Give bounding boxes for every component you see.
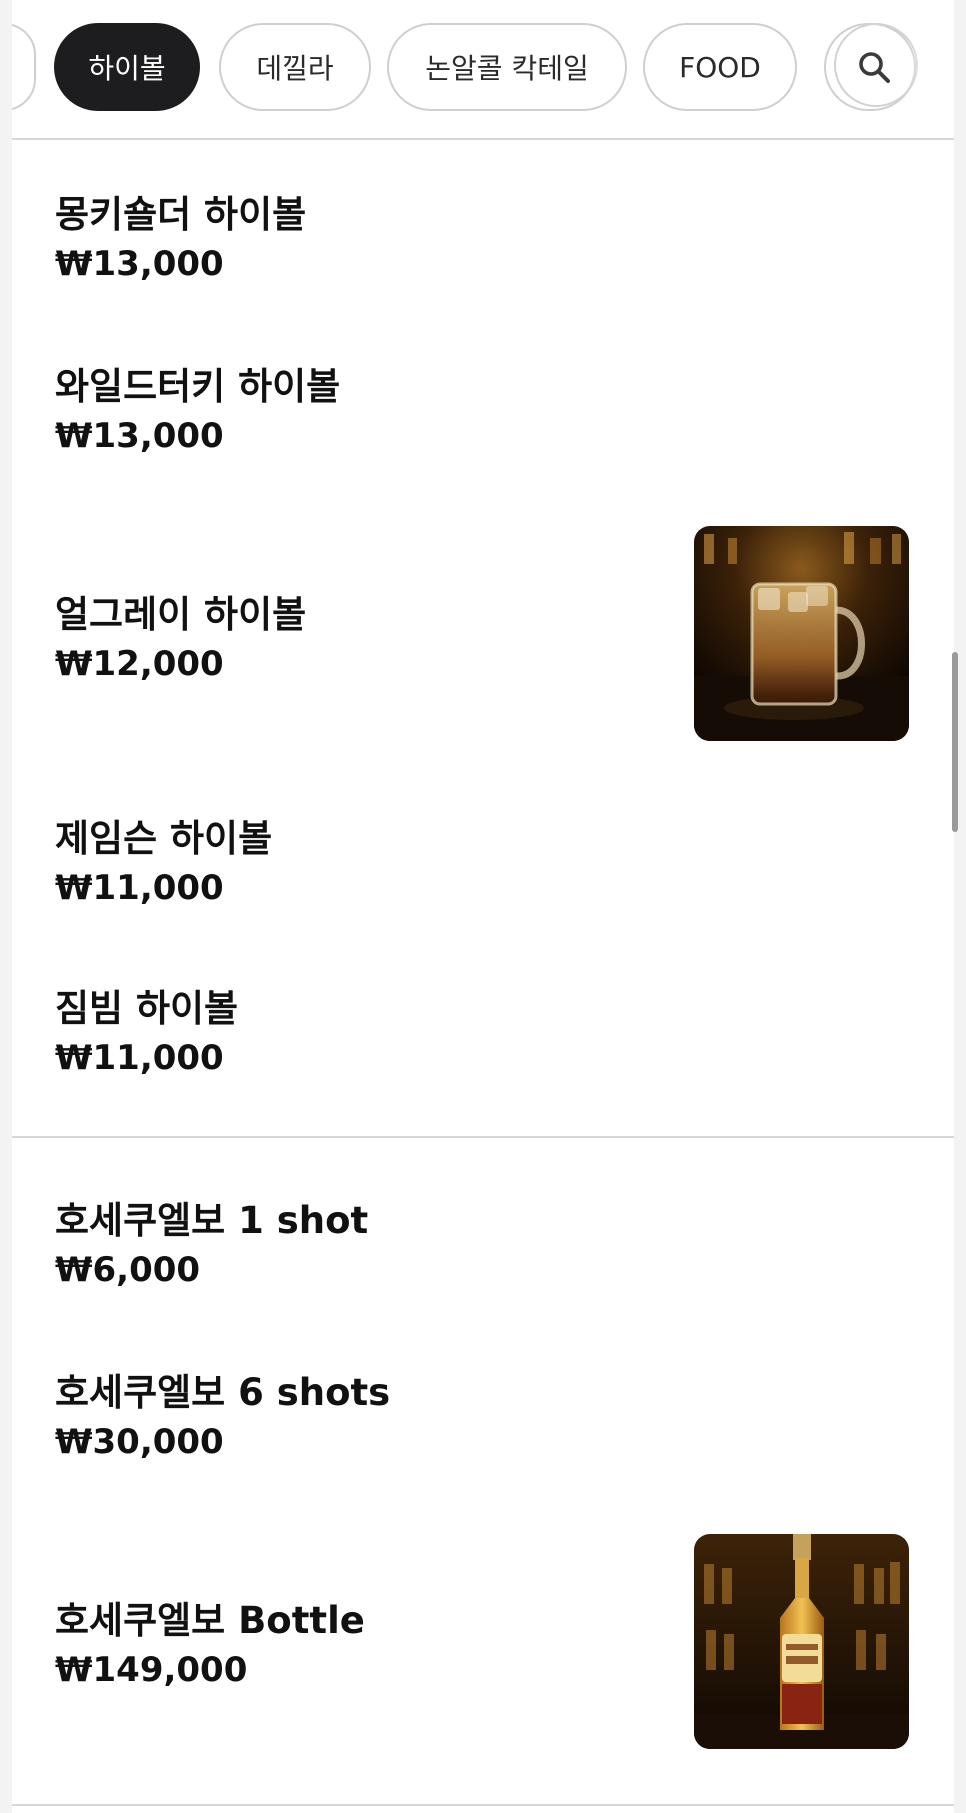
menu-item-name: 몽키숄더 하이볼: [55, 193, 307, 236]
menu-item-name: 호세쿠엘보 Bottle: [55, 1599, 365, 1642]
menu-item-price: ₩11,000: [55, 1038, 224, 1078]
menu-page: 하이볼 데낄라 논알콜 칵테일 FOOD 몽키숄더 하이볼 ₩13,000 와일…: [12, 0, 954, 1813]
menu-item-price: ₩30,000: [55, 1422, 224, 1462]
tab-highball[interactable]: 하이볼: [54, 23, 200, 111]
section-divider: [12, 1804, 954, 1806]
menu-item-name: 호세쿠엘보 1 shot: [55, 1199, 369, 1242]
search-button[interactable]: [824, 23, 918, 111]
menu-item-earl-grey[interactable]: 얼그레이 하이볼 ₩12,000: [12, 500, 954, 780]
menu-item-jose-cuervo-1-shot[interactable]: 호세쿠엘보 1 shot ₩6,000: [12, 1168, 954, 1328]
menu-item-price: ₩13,000: [55, 416, 224, 456]
highball-mug-photo[interactable]: [694, 526, 909, 741]
menu-item-name: 얼그레이 하이볼: [55, 593, 307, 636]
tab-non-alcoholic-cocktail-label: 논알콜 칵테일: [425, 52, 589, 85]
search-icon: [859, 52, 890, 83]
tab-tequila[interactable]: 데낄라: [219, 23, 371, 111]
tab-tequila-label: 데낄라: [256, 52, 334, 85]
menu-item-price: ₩13,000: [55, 244, 224, 284]
menu-item-jameson[interactable]: 제임슨 하이볼 ₩11,000: [12, 802, 954, 962]
menu-item-jose-cuervo-6-shots[interactable]: 호세쿠엘보 6 shots ₩30,000: [12, 1340, 954, 1500]
tab-food-label: FOOD: [679, 50, 761, 84]
menu-item-price: ₩6,000: [55, 1250, 201, 1290]
tequila-bottle-image: [694, 1534, 909, 1749]
menu-item-name: 짐빔 하이볼: [55, 987, 239, 1030]
menu-item-name: 와일드터키 하이볼: [55, 365, 341, 408]
menu-item-name: 호세쿠엘보 6 shots: [55, 1371, 391, 1414]
vertical-scrollbar[interactable]: [952, 652, 958, 832]
category-tab-bar: 하이볼 데낄라 논알콜 칵테일 FOOD: [12, 0, 954, 140]
menu-item-price: ₩11,000: [55, 868, 224, 908]
highball-mug-image: [694, 526, 909, 741]
menu-item-wild-turkey[interactable]: 와일드터키 하이볼 ₩13,000: [12, 332, 954, 492]
tab-food[interactable]: FOOD: [643, 23, 797, 111]
menu-item-jim-beam[interactable]: 짐빔 하이볼 ₩11,000: [12, 974, 954, 1094]
tab-previous-partial[interactable]: [12, 23, 36, 111]
tab-bar-fade: [908, 10, 954, 120]
menu-item-price: ₩149,000: [55, 1650, 248, 1690]
menu-item-jose-cuervo-bottle[interactable]: 호세쿠엘보 Bottle ₩149,000: [12, 1508, 954, 1788]
menu-item-monkey-shoulder[interactable]: 몽키숄더 하이볼 ₩13,000: [12, 160, 954, 320]
tab-non-alcoholic-cocktail[interactable]: 논알콜 칵테일: [387, 23, 627, 111]
section-divider: [12, 1136, 954, 1138]
menu-item-price: ₩12,000: [55, 644, 224, 684]
tequila-bottle-photo[interactable]: [694, 1534, 909, 1749]
tab-highball-label: 하이볼: [88, 52, 166, 85]
menu-item-name: 제임슨 하이볼: [55, 817, 273, 860]
